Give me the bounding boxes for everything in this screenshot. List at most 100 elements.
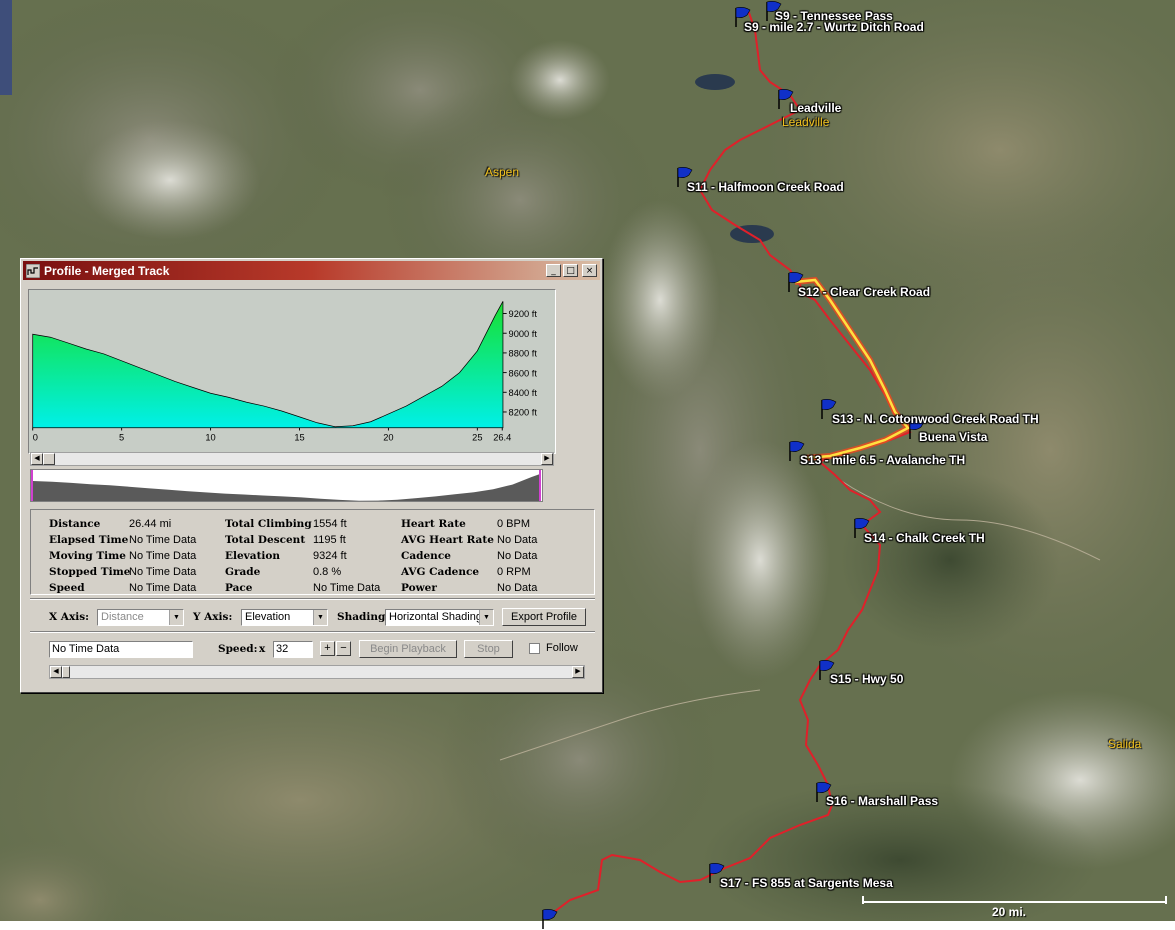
y-axis-select[interactable]: Elevation ▼	[241, 609, 328, 626]
x-axis-select[interactable]: Distance ▼	[97, 609, 184, 626]
x-tick-label: 26.4	[493, 433, 511, 443]
speed-multiplier-label: x	[259, 643, 266, 655]
x-axis-value: Distance	[101, 611, 144, 623]
stat-label: Total Climbing	[225, 518, 312, 530]
y-axis-label: Y Axis:	[193, 611, 233, 623]
stat-value: 0.8 %	[313, 566, 342, 578]
waypoint-label[interactable]: S9 - mile 2.7 - Wurtz Ditch Road	[744, 20, 924, 34]
stat-label: Grade	[225, 566, 261, 578]
scroll-left-icon[interactable]: ◀	[50, 666, 62, 678]
scroll-right-icon[interactable]: ▶	[572, 666, 584, 678]
y-tick-label: 8600 ft	[509, 368, 538, 378]
stats-panel: Distance 26.44 mi Elapsed Time No Time D…	[30, 509, 595, 595]
close-button[interactable]: ×	[582, 264, 597, 277]
scroll-left-icon[interactable]: ◀	[31, 453, 43, 465]
stat-label: Elevation	[225, 550, 281, 562]
chevron-down-icon[interactable]: ▼	[479, 610, 493, 625]
y-tick-label: 8400 ft	[509, 388, 538, 398]
waypoint-label[interactable]: S11 - Halfmoon Creek Road	[687, 180, 844, 194]
stat-value: 1195 ft	[313, 534, 346, 546]
x-tick-label: 25	[472, 433, 482, 443]
map-scale-bar	[862, 901, 1167, 903]
waypoint-label[interactable]: Leadville	[790, 101, 841, 115]
map-scale-label: 20 mi.	[992, 905, 1027, 919]
stat-label: Speed	[49, 582, 85, 594]
stat-label: Cadence	[401, 550, 451, 562]
speed-increase-button[interactable]: +	[320, 641, 335, 656]
city-label: Salida	[1108, 737, 1142, 751]
speed-label: Speed:	[218, 643, 258, 655]
stop-button[interactable]: Stop	[464, 640, 513, 658]
begin-playback-button[interactable]: Begin Playback	[359, 640, 457, 658]
stat-label: Elapsed Time	[49, 534, 129, 546]
minimize-button[interactable]: _	[546, 264, 561, 277]
maximize-button[interactable]: □	[563, 264, 578, 277]
stat-value: No Time Data	[129, 566, 197, 578]
waypoint-label[interactable]: S14 - Chalk Creek TH	[864, 531, 985, 545]
shading-value: Horizontal Shading	[389, 611, 482, 623]
x-tick-label: 10	[205, 433, 215, 443]
x-axis-label: X Axis:	[49, 611, 89, 623]
profile-overview[interactable]	[30, 469, 543, 502]
scroll-right-icon[interactable]: ▶	[541, 453, 553, 465]
stat-label: AVG Heart Rate	[401, 534, 494, 546]
stat-label: Power	[401, 582, 437, 594]
waypoint-label[interactable]: S12 - Clear Creek Road	[798, 285, 930, 299]
follow-checkbox[interactable]	[529, 643, 540, 654]
waypoint-label[interactable]: Buena Vista	[919, 430, 987, 444]
separator	[30, 598, 595, 600]
x-tick-label: 0	[33, 433, 38, 443]
x-tick-label: 15	[294, 433, 304, 443]
shading-select[interactable]: Horizontal Shading ▼	[385, 609, 494, 626]
stat-label: Distance	[49, 518, 101, 530]
profile-app-icon	[26, 263, 40, 278]
separator	[30, 631, 595, 633]
profile-scrollbar[interactable]: ◀ ▶	[30, 452, 554, 466]
stat-label: Heart Rate	[401, 518, 466, 530]
stat-value: No Data	[497, 550, 538, 562]
stat-value: No Time Data	[129, 534, 197, 546]
playback-scrollbar[interactable]: ◀ ▶	[49, 665, 585, 679]
x-tick-label: 20	[383, 433, 393, 443]
y-tick-label: 9200 ft	[509, 309, 538, 319]
stat-value: No Data	[497, 534, 538, 546]
speed-decrease-button[interactable]: −	[336, 641, 351, 656]
shading-label: Shading:	[337, 611, 390, 623]
stat-value: No Time Data	[313, 582, 381, 594]
stat-value: 0 RPM	[497, 566, 531, 578]
stat-value: No Time Data	[129, 550, 197, 562]
playback-slider-thumb[interactable]	[62, 666, 70, 678]
waypoint-label[interactable]: S16 - Marshall Pass	[826, 794, 938, 808]
waypoint-label[interactable]: S13 - mile 6.5 - Avalanche TH	[800, 453, 965, 467]
stat-value: No Data	[497, 582, 538, 594]
profile-window[interactable]: Profile - Merged Track _ □ × 0 5 10 15 20 25 2…	[20, 258, 603, 693]
stat-value: 26.44 mi	[129, 518, 172, 530]
chevron-down-icon[interactable]: ▼	[169, 610, 183, 625]
elevation-profile-chart[interactable]: 0 5 10 15 20 25 26.4 9200 ft 9000 ft 8800 ft 8600…	[28, 289, 556, 454]
stat-value: No Time Data	[129, 582, 197, 594]
stat-label: Pace	[225, 582, 253, 594]
y-axis-value: Elevation	[245, 611, 291, 623]
waypoint-label[interactable]: S13 - N. Cottonwood Creek Road TH	[832, 412, 1039, 426]
window-titlebar[interactable]: Profile - Merged Track _ □ ×	[23, 261, 600, 280]
stat-value: 1554 ft	[313, 518, 347, 530]
chevron-down-icon[interactable]: ▼	[313, 610, 327, 625]
waypoint-flag-icon[interactable]	[540, 908, 560, 930]
city-label: Leadville	[782, 115, 830, 129]
export-profile-button[interactable]: Export Profile	[502, 608, 586, 626]
follow-label: Follow	[546, 642, 578, 654]
stat-label: Moving Time	[49, 550, 126, 562]
waypoint-label[interactable]: S17 - FS 855 at Sargents Mesa	[720, 876, 893, 890]
x-tick-label: 5	[119, 433, 124, 443]
stat-label: AVG Cadence	[401, 566, 480, 578]
stat-label: Total Descent	[225, 534, 306, 546]
city-label: Aspen	[485, 165, 520, 179]
window-title: Profile - Merged Track	[44, 263, 170, 278]
y-tick-label: 8200 ft	[509, 408, 538, 418]
stat-value: 9324 ft	[313, 550, 347, 562]
waypoint-label[interactable]: S15 - Hwy 50	[830, 672, 903, 686]
speed-input[interactable]: 32	[273, 641, 313, 658]
stat-value: 0 BPM	[497, 518, 531, 530]
playback-time-field[interactable]: No Time Data	[49, 641, 193, 658]
scroll-thumb[interactable]	[43, 453, 55, 465]
